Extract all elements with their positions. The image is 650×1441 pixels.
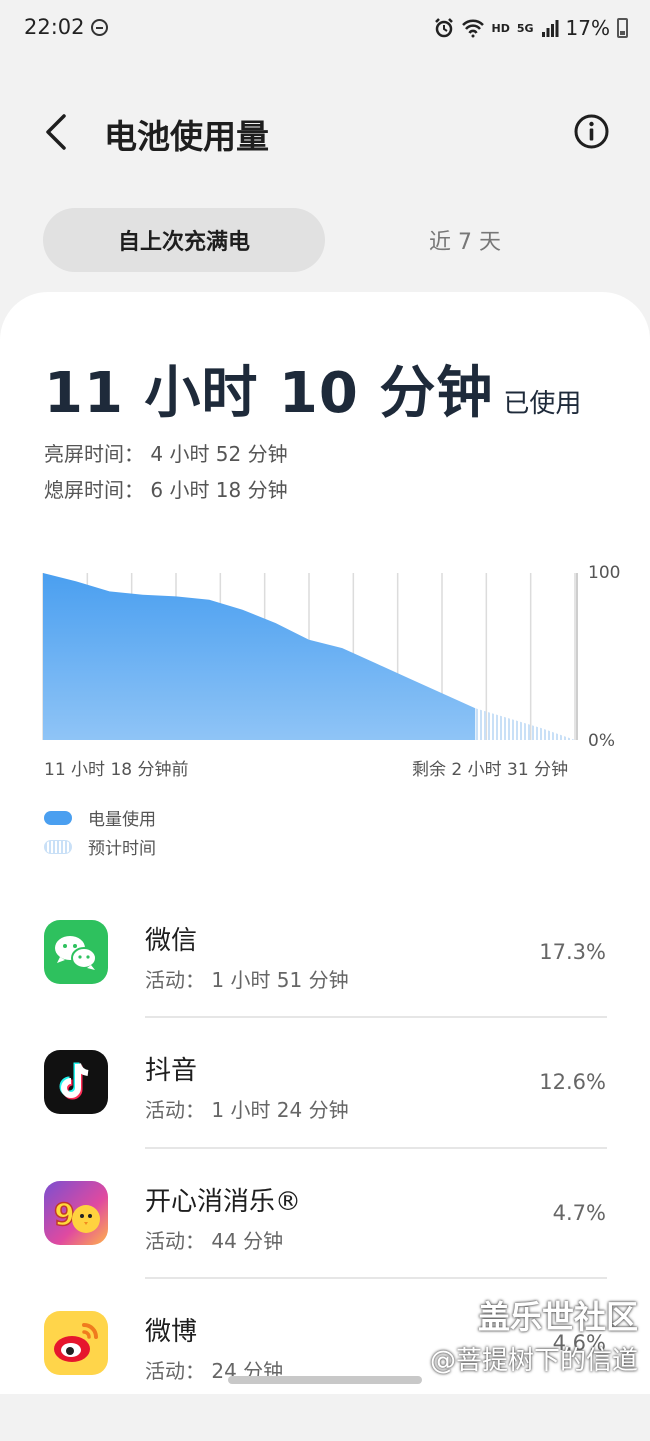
total-usage-suffix: 已使用 xyxy=(503,389,582,419)
watermark-community: 盖乐世社区 xyxy=(477,1298,638,1336)
app-percent: 4.7% xyxy=(552,1201,606,1225)
battery-chart xyxy=(42,573,578,740)
app-name: 开心消消乐® xyxy=(145,1187,302,1217)
app-activity: 活动： 1 小时 24 分钟 xyxy=(145,1098,349,1122)
list-item-douyin[interactable]: 抖音 活动： 1 小时 24 分钟 12.6% xyxy=(0,1050,650,1180)
legend-projection-swatch xyxy=(44,839,72,854)
legend-usage: 电量使用 xyxy=(44,805,156,830)
do-not-disturb-icon xyxy=(91,19,108,36)
happy-elimination-icon: 9 xyxy=(44,1181,108,1245)
wechat-icon xyxy=(44,920,108,984)
back-arrow-icon[interactable] xyxy=(42,112,72,152)
alarm-icon xyxy=(434,18,453,38)
hd-label: HD xyxy=(491,21,510,35)
tab-since-full-charge[interactable]: 自上次充满电 xyxy=(43,208,325,272)
screen-off-time: 熄屏时间： 6 小时 18 分钟 xyxy=(44,478,288,502)
status-time: 22:02 xyxy=(24,15,85,39)
app-percent: 17.3% xyxy=(539,940,606,964)
watermark-author: @菩提树下的信道 xyxy=(429,1346,638,1376)
app-name: 微信 xyxy=(145,926,198,956)
y-tick-bottom: 0% xyxy=(588,731,615,751)
y-tick-top: 100 xyxy=(588,563,621,583)
x-label-end: 剩余 2 小时 31 分钟 xyxy=(412,760,569,780)
legend-usage-label: 电量使用 xyxy=(88,810,156,830)
home-gesture-bar[interactable] xyxy=(228,1376,422,1384)
app-activity: 活动： 1 小时 51 分钟 xyxy=(145,968,349,992)
divider xyxy=(145,1016,607,1018)
app-activity: 活动： 44 分钟 xyxy=(145,1229,284,1253)
info-icon[interactable] xyxy=(574,114,609,149)
app-name: 抖音 xyxy=(145,1056,198,1086)
svg-text:9: 9 xyxy=(54,1198,75,1233)
battery-icon xyxy=(617,18,628,38)
battery-percent: 17% xyxy=(565,16,610,40)
divider xyxy=(145,1277,607,1279)
network-label: 5G xyxy=(516,21,534,35)
page-title: 电池使用量 xyxy=(104,117,269,156)
weibo-icon xyxy=(44,1311,108,1375)
status-icons: HD 5G 17% xyxy=(434,16,628,40)
total-usage-time: 11 小时 10 分钟 xyxy=(44,361,494,426)
app-percent: 12.6% xyxy=(539,1070,606,1094)
wifi-icon xyxy=(461,19,484,38)
x-label-start: 11 小时 18 分钟前 xyxy=(44,760,189,780)
divider xyxy=(145,1147,607,1149)
signal-icon xyxy=(541,20,559,37)
total-usage: 11 小时 10 分钟 已使用 xyxy=(44,348,581,429)
status-bar: 22:02 HD 5G 17% xyxy=(0,0,650,60)
legend-projection: 预计时间 xyxy=(44,834,156,859)
douyin-icon xyxy=(44,1050,108,1114)
app-name: 微博 xyxy=(145,1317,198,1347)
list-item-wechat[interactable]: 微信 活动： 1 小时 51 分钟 17.3% xyxy=(0,920,650,1050)
legend-usage-swatch xyxy=(44,810,72,825)
chart-projection-area xyxy=(475,708,575,740)
legend-projection-label: 预计时间 xyxy=(88,839,156,859)
tab-last-7-days[interactable]: 近 7 天 xyxy=(375,208,555,272)
screen-on-time: 亮屏时间： 4 小时 52 分钟 xyxy=(44,442,288,466)
chart-usage-area xyxy=(43,573,476,740)
